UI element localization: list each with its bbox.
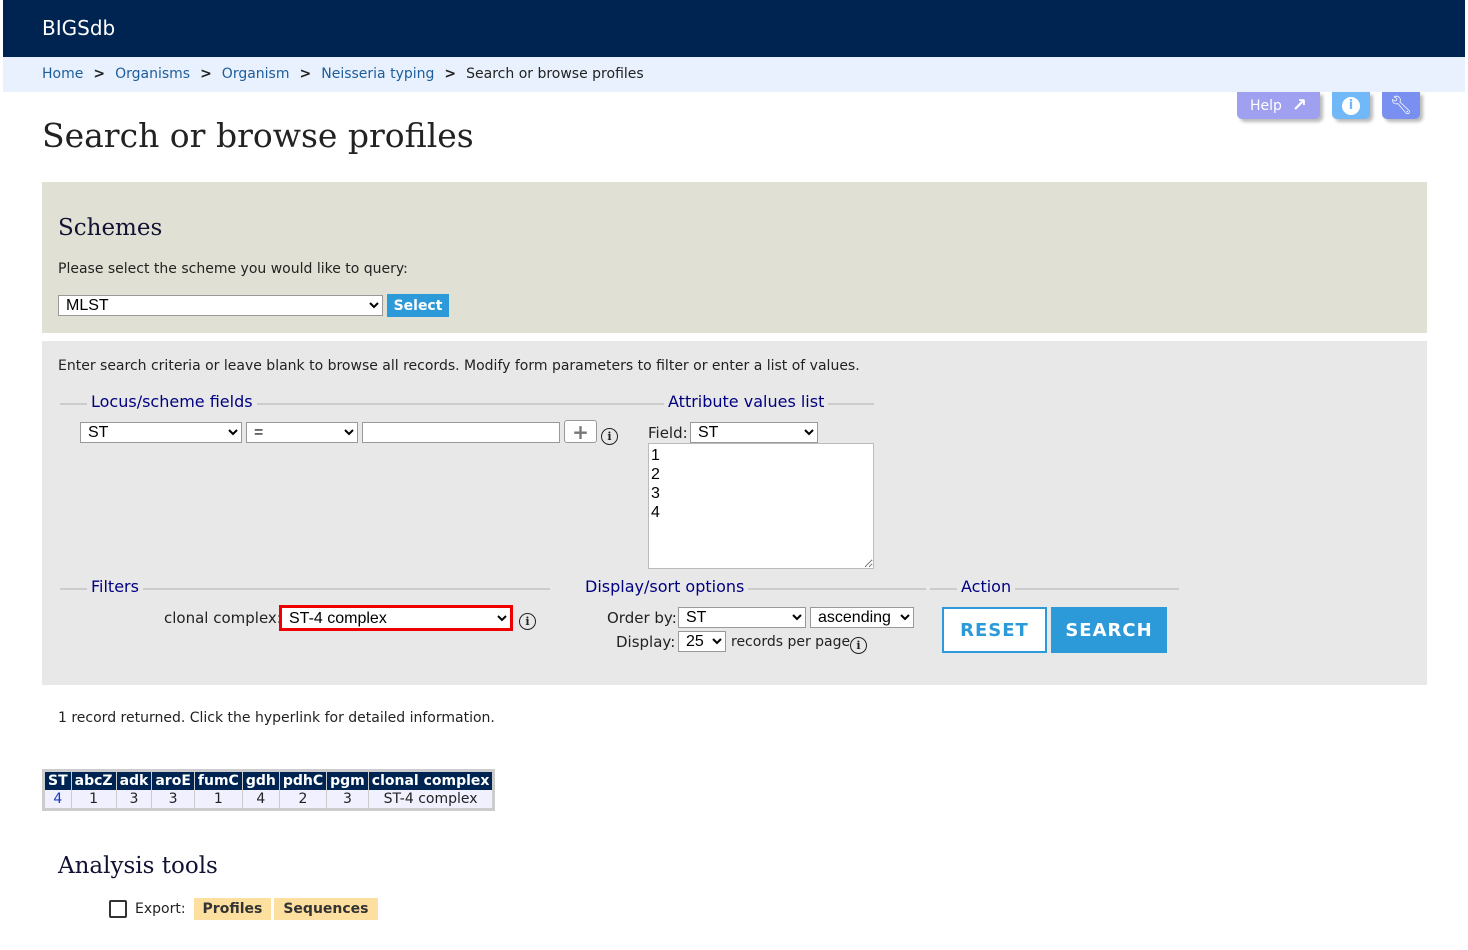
info-icon[interactable]: i <box>850 637 867 654</box>
info-icon[interactable]: i <box>519 613 536 630</box>
clonal-complex-select[interactable]: ST-4 complex <box>279 605 513 631</box>
display-label: Display: <box>616 633 676 651</box>
column-header[interactable]: clonal complex <box>367 770 494 790</box>
attribute-values-textarea[interactable]: 1 2 3 4 <box>648 443 874 569</box>
add-row-button[interactable]: + <box>564 419 597 444</box>
page-title: Search or browse profiles <box>42 116 474 155</box>
table-cell: 1 <box>70 790 117 810</box>
config-button[interactable]: 🔧︎ <box>1382 92 1420 119</box>
results-message: 1 record returned. Click the hyperlink f… <box>58 710 495 726</box>
attr-field-select[interactable]: ST <box>690 422 818 443</box>
export-sequences-button[interactable]: Sequences <box>274 898 378 920</box>
top-bar: BIGSdb <box>3 0 1465 57</box>
order-by-select[interactable]: ST <box>678 607 806 628</box>
schemes-panel: Schemes Please select the scheme you wou… <box>42 182 1427 333</box>
schemes-prompt: Please select the scheme you would like … <box>58 261 408 277</box>
analysis-heading: Analysis tools <box>58 853 218 879</box>
schemes-heading: Schemes <box>58 215 163 241</box>
locus-field-select[interactable]: ST <box>80 422 242 443</box>
app-title[interactable]: BIGSdb <box>42 16 115 40</box>
save-icon <box>109 900 127 918</box>
results-table: ST abcZ adk aroE fumC gdh pdhC pgm clonal comple… <box>42 769 496 811</box>
breadcrumb-current: Search or browse profiles <box>466 66 644 82</box>
info-icon: i <box>1342 96 1360 115</box>
table-cell: 3 <box>115 790 152 810</box>
breadcrumb-organism[interactable]: Organism <box>222 66 290 82</box>
display-legend: Display/sort options <box>581 577 749 596</box>
records-per-page-select[interactable]: 25 <box>678 631 726 652</box>
order-by-label: Order by: <box>607 609 677 627</box>
export-label: Export: <box>135 901 186 917</box>
action-legend: Action <box>957 577 1016 596</box>
column-header[interactable]: pdhC <box>278 770 327 790</box>
form-intro: Enter search criteria or leave blank to … <box>58 358 860 374</box>
table-row: 4 1 3 3 1 4 2 3 ST-4 complex <box>43 790 494 810</box>
value-input[interactable] <box>362 422 560 443</box>
plus-icon: + <box>572 419 589 444</box>
table-cell: ST-4 complex <box>367 790 494 810</box>
column-header[interactable]: ST <box>43 770 72 790</box>
external-link-icon: ↗ <box>1291 95 1307 116</box>
search-button[interactable]: SEARCH <box>1051 607 1167 653</box>
table-cell: 3 <box>151 790 195 810</box>
locus-legend: Locus/scheme fields <box>87 392 257 411</box>
info-icon[interactable]: i <box>601 428 618 445</box>
select-button[interactable]: Select <box>387 294 449 317</box>
breadcrumb-neisseria-typing[interactable]: Neisseria typing <box>321 66 434 82</box>
column-header[interactable]: pgm <box>326 770 369 790</box>
table-cell: 3 <box>326 790 369 810</box>
search-form: Enter search criteria or leave blank to … <box>42 341 1427 685</box>
table-cell: 2 <box>278 790 327 810</box>
export-profiles-button[interactable]: Profiles <box>193 898 272 920</box>
sort-direction-select[interactable]: ascending <box>810 607 914 628</box>
breadcrumb-home[interactable]: Home <box>42 66 83 82</box>
field-label: Field: <box>648 424 688 442</box>
column-header[interactable]: fumC <box>193 770 243 790</box>
filters-legend: Filters <box>87 577 143 596</box>
help-button[interactable]: Help ↗ <box>1237 92 1320 119</box>
info-button[interactable]: i <box>1332 92 1370 119</box>
table-cell: 4 <box>241 790 280 810</box>
records-per-page-label: records per page <box>731 634 851 650</box>
reset-button[interactable]: RESET <box>942 607 1047 653</box>
column-header[interactable]: aroE <box>151 770 195 790</box>
table-cell[interactable]: 4 <box>43 790 72 810</box>
operator-select[interactable]: = <box>246 422 358 443</box>
column-header[interactable]: abcZ <box>70 770 117 790</box>
column-header[interactable]: adk <box>115 770 152 790</box>
wrench-icon: 🔧︎ <box>1389 95 1413 116</box>
column-header[interactable]: gdh <box>241 770 280 790</box>
attr-legend: Attribute values list <box>664 392 829 411</box>
breadcrumb: Home > Organisms > Organism > Neisseria typ… <box>3 57 1465 92</box>
scheme-select[interactable]: MLST <box>58 295 383 316</box>
clonal-complex-label: clonal complex: <box>164 609 282 627</box>
breadcrumb-organisms[interactable]: Organisms <box>115 66 190 82</box>
table-cell: 1 <box>193 790 243 810</box>
